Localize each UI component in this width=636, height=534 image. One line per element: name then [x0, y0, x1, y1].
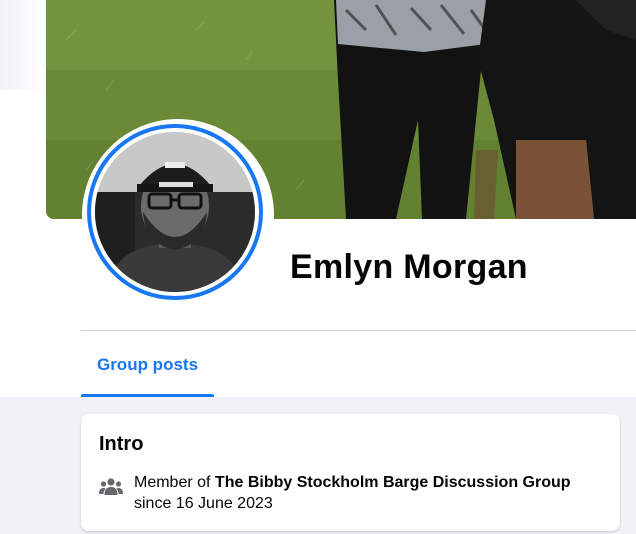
member-since: since 16 June 2023 — [134, 495, 273, 512]
tab-group-posts[interactable]: Group posts — [81, 344, 214, 397]
intro-title: Intro — [99, 433, 144, 455]
header-divider — [81, 330, 636, 331]
profile-name: Emlyn Morgan — [290, 248, 528, 286]
membership-info: Member of The Bibby Stockholm Barge Disc… — [134, 472, 604, 514]
tab-group-posts-label: Group posts — [96, 355, 199, 374]
group-icon — [99, 477, 123, 495]
left-gutter — [0, 0, 46, 90]
active-tab-indicator — [81, 394, 214, 397]
avatar-image — [95, 132, 255, 292]
avatar[interactable] — [87, 124, 263, 300]
intro-card: Intro Member of The Bibby Stockholm Barg… — [81, 414, 620, 531]
member-prefix: Member of — [134, 474, 215, 491]
profile-header: Emlyn Morgan Group posts — [0, 0, 636, 397]
group-link[interactable]: The Bibby Stockholm Barge Discussion Gro… — [215, 474, 571, 491]
